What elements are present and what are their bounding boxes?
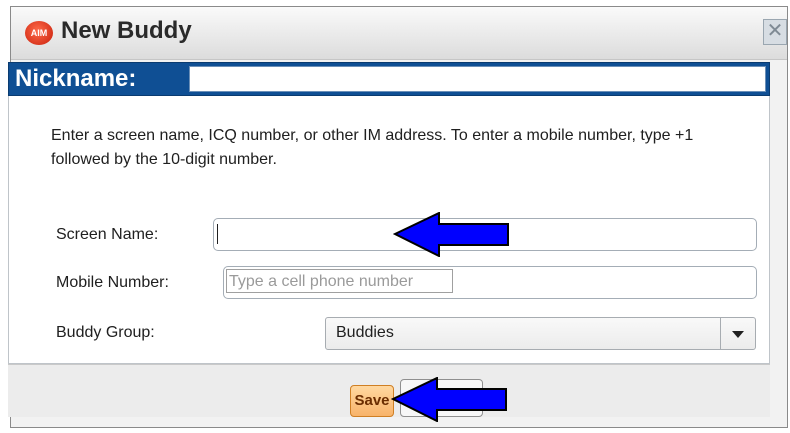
close-icon[interactable]: ✕ [763, 19, 787, 45]
save-button[interactable]: Save [350, 385, 394, 417]
text-caret [217, 224, 218, 244]
screen-name-label: Screen Name: [56, 226, 159, 243]
mobile-placeholder: Type a cell phone number [226, 269, 453, 293]
nickname-input[interactable] [189, 66, 766, 92]
nickname-bar: Nickname: [8, 62, 770, 96]
aim-logo-icon: AIM [25, 21, 53, 45]
chevron-down-icon[interactable] [720, 318, 755, 349]
arrow-left-icon [393, 212, 509, 257]
mobile-number-label: Mobile Number: [56, 274, 169, 291]
title-bar: AIM New Buddy ✕ [11, 7, 787, 60]
mobile-number-input[interactable]: Type a cell phone number [223, 266, 757, 299]
buddy-group-select[interactable]: Buddies [325, 317, 756, 350]
nickname-label: Nickname: [15, 65, 137, 92]
instructions-text: Enter a screen name, ICQ number, or othe… [51, 127, 694, 168]
arrow-left-icon [391, 377, 507, 422]
buddy-group-value: Buddies [336, 324, 394, 341]
buddy-group-label: Buddy Group: [56, 324, 155, 341]
dialog-title: New Buddy [61, 17, 192, 44]
